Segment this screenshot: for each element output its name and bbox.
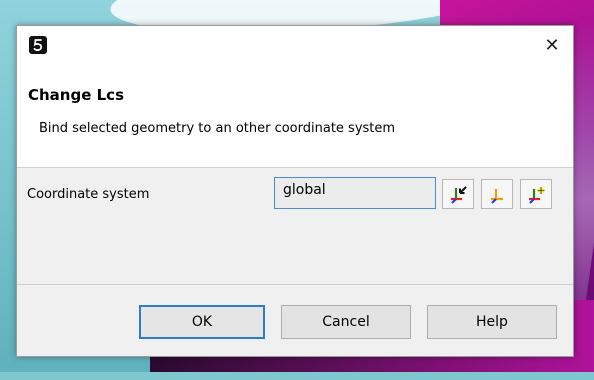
coordinate-system-field[interactable]: global	[274, 177, 436, 209]
pick-coordinate-system-button[interactable]	[442, 179, 474, 209]
coordinate-system-label: Coordinate system	[27, 187, 150, 202]
dialog-header: Change Lcs Bind selected geometry to an …	[17, 66, 573, 168]
ok-button[interactable]: OK	[139, 305, 265, 339]
axes-orange-icon	[491, 189, 503, 204]
help-button[interactable]: Help	[427, 305, 557, 339]
cancel-button[interactable]: Cancel	[281, 305, 411, 339]
close-button[interactable]: ✕	[539, 34, 565, 58]
dialog-titlebar[interactable]: ✕	[17, 26, 573, 66]
close-icon: ✕	[544, 35, 560, 56]
app-swirl-icon	[29, 36, 47, 54]
new-coordinate-system-button[interactable]	[520, 179, 552, 209]
change-lcs-dialog: ✕ Change Lcs Bind selected geometry to a…	[16, 25, 574, 357]
dialog-description: Bind selected geometry to an other coord…	[39, 121, 396, 136]
footer-separator	[17, 284, 573, 285]
show-coordinate-system-button[interactable]	[481, 179, 513, 209]
axes-pick-icon	[451, 186, 467, 204]
dialog-title: Change Lcs	[28, 86, 124, 104]
axes-new-icon	[529, 187, 545, 204]
